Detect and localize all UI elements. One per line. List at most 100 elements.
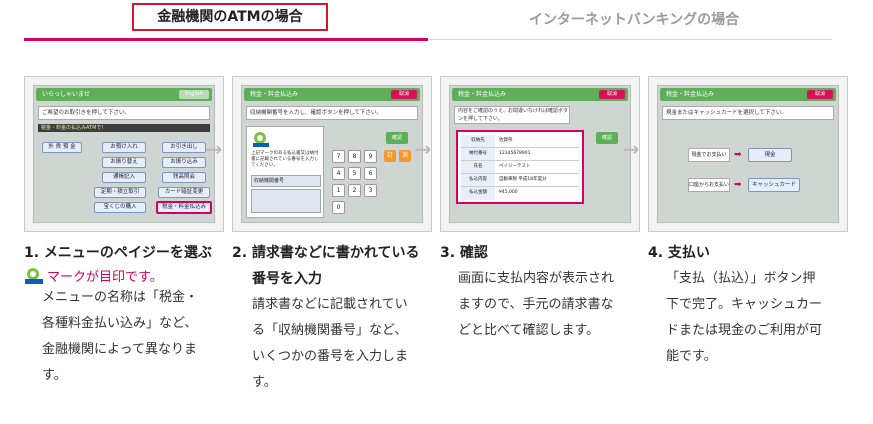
step-title: 4. 支払い xyxy=(648,245,710,261)
pin-change-button[interactable]: カード暗証変更 xyxy=(158,187,210,198)
row-value: ペイジーテスト xyxy=(499,164,531,169)
arrow-right-icon: ➡ xyxy=(734,150,742,160)
pay-easy-button[interactable]: 税金・料金払込み xyxy=(156,201,212,214)
key-4[interactable]: 4 xyxy=(332,167,345,180)
atm-screen-confirm: 税金・料金払込み 取消 内容をご確認のうえ、お間違いなければ確認ボタンを押して下… xyxy=(440,76,640,232)
cancel-button[interactable]: 取消 xyxy=(807,90,833,99)
balance-button[interactable]: 残高照会 xyxy=(162,172,206,183)
step-line: 画面に支払内容が表示され xyxy=(458,271,615,286)
cancel-button[interactable]: 取消 xyxy=(599,90,625,99)
arrow-right-icon: ➡ xyxy=(734,180,742,190)
atm-screen-menu: いらっしゃいませ English ご希望のお取引きを押して下さい。 税金・料金の… xyxy=(24,76,224,232)
clear-button[interactable]: 消 xyxy=(399,150,411,162)
tab-bar: 金融機関のATMの場合 インターネットバンキングの場合 xyxy=(24,0,832,46)
screen-message: ご希望のお取引きを押して下さい。 xyxy=(38,106,210,120)
deposit-button[interactable]: お預け入れ xyxy=(102,142,146,153)
key-3[interactable]: 3 xyxy=(364,184,377,197)
step-line: どと比べて確認します。 xyxy=(458,323,600,338)
withdraw-button[interactable]: お引き出し xyxy=(162,142,206,153)
step-title: 2. 請求書などに書かれている xyxy=(232,245,420,261)
pay-easy-logo-icon xyxy=(253,132,269,147)
row-value: 佐賀県 xyxy=(499,138,513,143)
term-deposit-button[interactable]: 定期・積立取引 xyxy=(94,187,146,198)
row-value: ¥45,000 xyxy=(499,190,518,195)
step-1: 1. メニューのペイジーを選ぶ マークが目印です。 メニューの名称は「税金・ 各… xyxy=(24,240,224,389)
agency-number-field[interactable] xyxy=(251,189,321,213)
agency-number-label: 収納機関番号 xyxy=(251,175,321,187)
confirm-button[interactable]: 確認 xyxy=(386,132,408,144)
atm-display: 税金・料金払込み 取消 現金またはキャッシュカードを選択して下さい。 現金でお支… xyxy=(657,85,839,223)
step-line: 「支払（払込）」ボタン押 xyxy=(666,271,816,286)
key-8[interactable]: 8 xyxy=(348,150,361,163)
step-line: ドまたは現金のご利用が可 xyxy=(666,323,823,338)
step-title-line2: 番号を入力 xyxy=(252,271,322,287)
atm-screen-number-entry: 税金・料金払込み 取消 収納機関番号を入力し、確認ボタンを押して下さい。 上記マ… xyxy=(232,76,432,232)
table-row: 収納先 佐賀県 xyxy=(461,135,579,148)
key-5[interactable]: 5 xyxy=(348,167,361,180)
atm-display: 税金・料金払込み 取消 内容をご確認のうえ、お間違いなければ確認ボタンを押して下… xyxy=(449,85,631,223)
confirm-button[interactable]: 確認 xyxy=(596,132,618,144)
remit-button[interactable]: お振り込み xyxy=(162,157,206,168)
step-line: 金融機関によって異なりま xyxy=(42,342,197,357)
table-row: 氏名 ペイジーテスト xyxy=(461,161,579,174)
english-button[interactable]: English xyxy=(179,90,209,99)
lottery-button[interactable]: 宝くじの購入 xyxy=(94,202,146,213)
confirm-table: 収納先 佐賀県 納付番号 12345678901 氏名 ペイジーテスト 払込内容… xyxy=(456,130,584,204)
screen-message: 現金またはキャッシュカードを選択して下さい。 xyxy=(662,106,834,120)
foreign-deposit-button[interactable]: 外 貨 預 金 xyxy=(42,142,82,153)
entry-note: 上記マークのある払込書又は納付書に記載されている番号を入力してください。 xyxy=(251,151,319,168)
passbook-button[interactable]: 通帳記入 xyxy=(102,172,146,183)
row-key: 氏名 xyxy=(461,161,495,173)
step-line: る「収納機関番号」など、 xyxy=(252,323,408,338)
tab-internet-banking[interactable]: インターネットバンキングの場合 xyxy=(504,8,764,32)
step-line: す。 xyxy=(252,375,277,390)
step-line: ますので、手元の請求書な xyxy=(458,297,614,312)
screen-header-label: いらっしゃいませ xyxy=(42,91,90,98)
cash-button[interactable]: 現金 xyxy=(748,148,792,162)
key-1[interactable]: 1 xyxy=(332,184,345,197)
pay-easy-mark-text: マークが目印です。 xyxy=(47,270,163,285)
cash-card-button[interactable]: キャッシュカード xyxy=(748,178,800,192)
row-key: 収納先 xyxy=(461,135,495,147)
step-4: 4. 支払い 「支払（払込）」ボタン押 下で完了。キャッシュカー ドまたは現金の… xyxy=(648,240,848,370)
row-value: 自動車税 平成18年度分 xyxy=(499,177,547,182)
step-line: 各種料金払い込み」など、 xyxy=(42,316,198,331)
screen-message: 収納機関番号を入力し、確認ボタンを押して下さい。 xyxy=(246,106,418,120)
atm-display: いらっしゃいませ English ご希望のお取引きを押して下さい。 税金・料金の… xyxy=(33,85,215,223)
pay-easy-logo-icon xyxy=(24,267,44,285)
step-title: 3. 確認 xyxy=(440,245,488,261)
row-key: 払込内容 xyxy=(461,174,495,186)
arrow-icon: → xyxy=(622,137,640,161)
step-line: 請求書などに記載されてい xyxy=(252,297,408,312)
transfer-button[interactable]: お振り替え xyxy=(102,157,146,168)
key-0[interactable]: 0 xyxy=(332,201,345,214)
row-value: 12345678901 xyxy=(499,151,531,156)
step-2: 2. 請求書などに書かれている 番号を入力 請求書などに記載されてい る「収納機… xyxy=(232,240,432,396)
step-title: 1. メニューのペイジーを選ぶ xyxy=(24,245,212,261)
screen-header-label: 税金・料金払込み xyxy=(666,91,715,98)
key-6[interactable]: 6 xyxy=(364,167,377,180)
step-line: メニューの名称は「税金・ xyxy=(42,290,199,305)
key-2[interactable]: 2 xyxy=(348,184,361,197)
row-key: 払込金額 xyxy=(461,187,495,200)
correct-button[interactable]: 訂 xyxy=(384,150,396,162)
table-row: 払込金額 ¥45,000 xyxy=(461,187,579,200)
pay-easy-mark-line: マークが目印です。 xyxy=(24,266,224,285)
step-3: 3. 確認 画面に支払内容が表示され ますので、手元の請求書な どと比べて確認し… xyxy=(440,240,640,344)
key-7[interactable]: 7 xyxy=(332,150,345,163)
tab-atm[interactable]: 金融機関のATMの場合 xyxy=(132,3,328,31)
entry-panel: 上記マークのある払込書又は納付書に記載されている番号を入力してください。 収納機… xyxy=(246,126,324,218)
arrow-icon: → xyxy=(205,137,223,161)
screen-message: 内容をご確認のうえ、お間違いなければ確認ボタンを押して下さい。 xyxy=(454,106,570,124)
screen-header-label: 税金・料金払込み xyxy=(250,91,299,98)
tab-indicator-active xyxy=(24,38,428,41)
cancel-button[interactable]: 取消 xyxy=(391,90,417,99)
screen-header: いらっしゃいませ English xyxy=(36,88,212,101)
step-line: す。 xyxy=(42,368,67,383)
screen-banner: 税金・料金の払込みATMで！ xyxy=(38,124,210,132)
step-line: いくつかの番号を入力しま xyxy=(252,349,409,364)
key-9[interactable]: 9 xyxy=(364,150,377,163)
screen-header: 税金・料金払込み 取消 xyxy=(452,88,628,101)
screen-header: 税金・料金払込み 取消 xyxy=(660,88,836,101)
atm-display: 税金・料金払込み 取消 収納機関番号を入力し、確認ボタンを押して下さい。 上記マ… xyxy=(241,85,423,223)
